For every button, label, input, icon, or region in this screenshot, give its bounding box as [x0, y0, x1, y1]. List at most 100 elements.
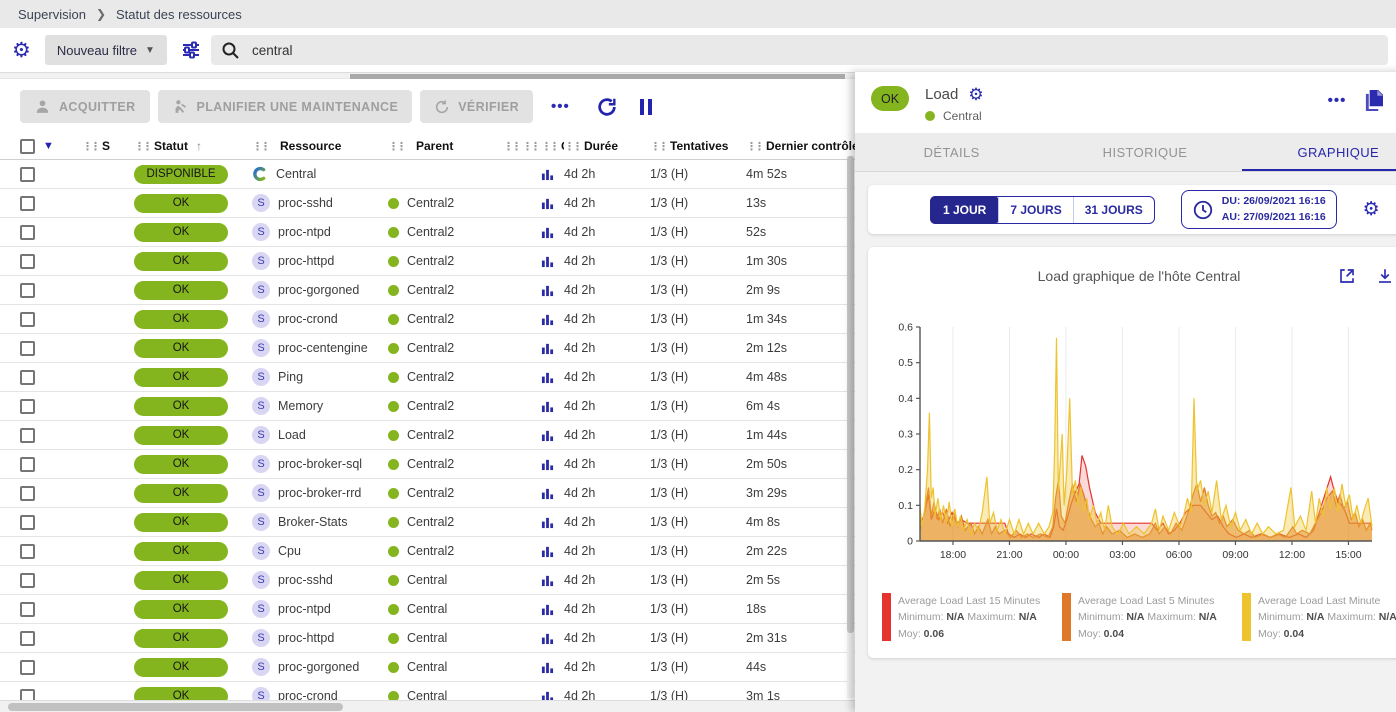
graph-icon[interactable]: [541, 342, 554, 355]
filters-gear-icon[interactable]: ⚙: [12, 40, 31, 61]
resource-name[interactable]: proc-sshd: [278, 196, 333, 210]
legend-item[interactable]: Average Load Last 15 MinutesMinimum: N/A…: [882, 593, 1050, 642]
row-checkbox[interactable]: [20, 486, 35, 501]
resource-cell[interactable]: Sproc-ntpd: [252, 600, 388, 618]
resource-cell[interactable]: Sproc-sshd: [252, 571, 388, 589]
row-checkbox[interactable]: [20, 254, 35, 269]
column-header-tentatives[interactable]: Tentatives: [670, 139, 728, 153]
resource-name[interactable]: Ping: [278, 370, 303, 384]
parent-name[interactable]: Central: [407, 602, 447, 616]
drag-handle-icon[interactable]: ⋮⋮: [746, 140, 762, 153]
plan-maintenance-button[interactable]: PLANIFIER UNE MAINTENANCE: [158, 90, 413, 123]
row-checkbox[interactable]: [20, 283, 35, 298]
row-checkbox[interactable]: [20, 573, 35, 588]
table-row[interactable]: OKSproc-gorgonedCentral4d 2h1/3 (H)44s: [0, 653, 855, 682]
resource-name[interactable]: Cpu: [278, 544, 301, 558]
resource-name[interactable]: proc-gorgoned: [278, 283, 359, 297]
copy-link-icon[interactable]: [1364, 90, 1383, 111]
graph-icon[interactable]: [541, 458, 554, 471]
table-row[interactable]: OKSproc-broker-rrdCentral24d 2h1/3 (H)3m…: [0, 479, 855, 508]
resource-name[interactable]: Load: [278, 428, 306, 442]
refresh-icon[interactable]: [596, 96, 618, 118]
resource-cell[interactable]: Sproc-sshd: [252, 194, 388, 212]
download-icon[interactable]: [1376, 267, 1394, 285]
drag-handle-icon[interactable]: ⋮⋮: [252, 140, 268, 153]
open-in-new-icon[interactable]: [1338, 267, 1356, 285]
graph-icon[interactable]: [541, 661, 554, 674]
check-button[interactable]: VÉRIFIER: [420, 90, 533, 123]
table-row[interactable]: OKSPingCentral24d 2h1/3 (H)4m 48s: [0, 363, 855, 392]
pause-icon[interactable]: [640, 99, 652, 115]
table-row[interactable]: OKSMemoryCentral24d 2h1/3 (H)6m 4s: [0, 392, 855, 421]
graph-icon[interactable]: [541, 516, 554, 529]
graph-icon[interactable]: [541, 603, 554, 616]
graph-icon[interactable]: [541, 400, 554, 413]
drag-handle-icon[interactable]: ⋮⋮: [541, 140, 557, 153]
parent-name[interactable]: Central2: [407, 457, 454, 471]
range-31-days-button[interactable]: 31 JOURS: [1073, 197, 1154, 223]
breadcrumb-statut-ressources[interactable]: Statut des ressources: [116, 7, 242, 22]
vertical-scrollbar[interactable]: [847, 156, 854, 698]
tab-details[interactable]: DÉTAILS: [855, 133, 1048, 171]
range-7-days-button[interactable]: 7 JOURS: [998, 197, 1072, 223]
resource-name[interactable]: proc-sshd: [278, 573, 333, 587]
row-checkbox[interactable]: [20, 399, 35, 414]
graph-icon[interactable]: [541, 313, 554, 326]
resource-settings-gear-icon[interactable]: ⚙: [968, 86, 983, 103]
resource-name[interactable]: proc-gorgoned: [278, 660, 359, 674]
row-checkbox[interactable]: [20, 631, 35, 646]
column-header-severity[interactable]: S: [102, 139, 110, 153]
graph-icon[interactable]: [541, 255, 554, 268]
parent-name[interactable]: Central2: [407, 196, 454, 210]
tab-historique[interactable]: HISTORIQUE: [1048, 133, 1241, 171]
table-row[interactable]: OKSproc-sshdCentral24d 2h1/3 (H)13s: [0, 189, 855, 218]
date-range-picker[interactable]: DU: 26/09/2021 16:16 AU: 27/09/2021 16:1…: [1181, 190, 1337, 228]
drag-handle-icon[interactable]: ⋮⋮: [564, 140, 580, 153]
resource-name[interactable]: proc-broker-sql: [278, 457, 362, 471]
panel-more-button[interactable]: •••: [1328, 92, 1347, 109]
table-row[interactable]: OKSproc-httpdCentral4d 2h1/3 (H)2m 31s: [0, 624, 855, 653]
row-checkbox[interactable]: [20, 341, 35, 356]
resource-name[interactable]: proc-httpd: [278, 254, 334, 268]
graph-icon[interactable]: [541, 487, 554, 500]
search-input[interactable]: [252, 43, 1378, 58]
resource-cell[interactable]: Sproc-broker-rrd: [252, 484, 388, 502]
drag-handle-icon[interactable]: ⋮⋮: [503, 140, 519, 153]
resource-cell[interactable]: SPing: [252, 368, 388, 386]
row-checkbox[interactable]: [20, 428, 35, 443]
acknowledge-button[interactable]: ACQUITTER: [20, 90, 150, 123]
breadcrumb-supervision[interactable]: Supervision: [18, 7, 86, 22]
table-row[interactable]: OKSCpuCentral24d 2h1/3 (H)2m 22s: [0, 537, 855, 566]
graph-icon[interactable]: [541, 371, 554, 384]
row-checkbox[interactable]: [20, 225, 35, 240]
select-all-checkbox[interactable]: [20, 139, 35, 154]
graph-icon[interactable]: [541, 574, 554, 587]
graph-icon[interactable]: [541, 632, 554, 645]
tab-graphique[interactable]: GRAPHIQUE: [1242, 133, 1396, 171]
more-actions-button[interactable]: •••: [551, 98, 570, 115]
parent-name[interactable]: Central2: [407, 544, 454, 558]
resource-cell[interactable]: SBroker-Stats: [252, 513, 388, 531]
resource-name[interactable]: proc-crond: [278, 312, 338, 326]
table-row[interactable]: OKSproc-httpdCentral24d 2h1/3 (H)1m 30s: [0, 247, 855, 276]
resource-name[interactable]: proc-centengine: [278, 341, 368, 355]
table-row[interactable]: OKSBroker-StatsCentral24d 2h1/3 (H)4m 8s: [0, 508, 855, 537]
graph-icon[interactable]: [541, 429, 554, 442]
table-row[interactable]: OKSproc-ntpdCentral4d 2h1/3 (H)18s: [0, 595, 855, 624]
range-1-day-button[interactable]: 1 JOUR: [930, 196, 999, 224]
legend-item[interactable]: Average Load Last MinuteMinimum: N/A Max…: [1242, 593, 1396, 642]
parent-name[interactable]: Central2: [407, 428, 454, 442]
parent-name[interactable]: Central2: [407, 341, 454, 355]
graph-icon[interactable]: [541, 284, 554, 297]
resource-name[interactable]: proc-broker-rrd: [278, 486, 361, 500]
column-header-dernier-controle[interactable]: Dernier contrôle: [766, 139, 855, 153]
row-checkbox[interactable]: [20, 515, 35, 530]
row-checkbox[interactable]: [20, 167, 35, 182]
parent-name[interactable]: Central2: [407, 283, 454, 297]
resource-name[interactable]: Memory: [278, 399, 323, 413]
drag-handle-icon[interactable]: ⋮⋮: [650, 140, 666, 153]
resource-cell[interactable]: SLoad: [252, 426, 388, 444]
resource-name[interactable]: proc-ntpd: [278, 225, 331, 239]
resource-cell[interactable]: Sproc-crond: [252, 310, 388, 328]
sort-asc-icon[interactable]: ↑: [196, 139, 202, 153]
